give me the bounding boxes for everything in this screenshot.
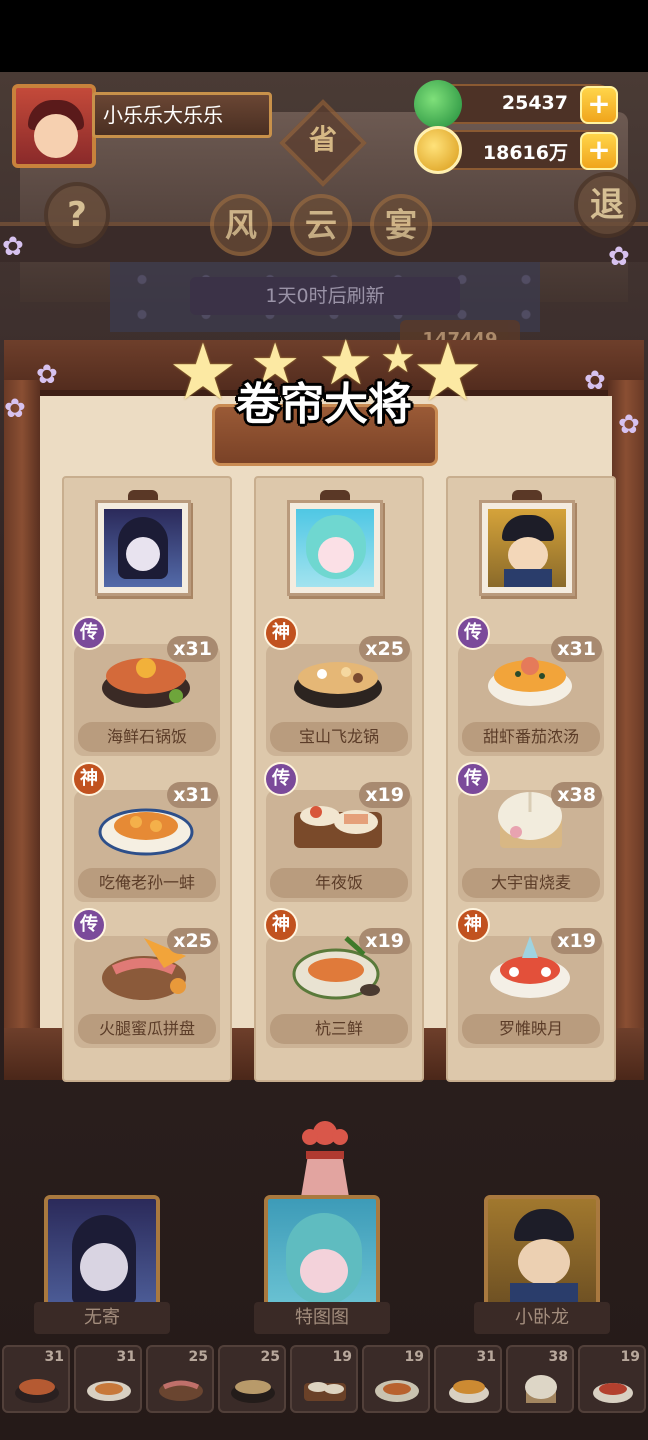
dish-quantity: x19: [359, 782, 410, 808]
tray-count: 38: [548, 1349, 568, 1365]
hero-portrait-2[interactable]: [287, 500, 383, 596]
dish-card[interactable]: x31 神 吃俺老孙一蚌: [72, 762, 220, 902]
help-button[interactable]: ?: [44, 182, 110, 248]
tray-dish[interactable]: 19: [290, 1345, 358, 1413]
dish-name: 大宇宙烧麦: [462, 868, 600, 898]
rank-badge: 传: [72, 616, 106, 650]
tray-dish[interactable]: 31: [2, 1345, 70, 1413]
dish-name: 海鲜石锅饭: [78, 722, 216, 752]
frame-left: [4, 380, 40, 1080]
dish-quantity: x19: [551, 928, 602, 954]
dish-name: 甜虾番茄浓汤: [462, 722, 600, 752]
rank-badge: 神: [264, 908, 298, 942]
dish-quantity: x38: [551, 782, 602, 808]
coin-value: 18616万: [482, 142, 568, 164]
dish-name: 罗帷映月: [462, 1014, 600, 1044]
dish-name: 宝山飞龙锅: [270, 722, 408, 752]
dish-quantity: x31: [551, 636, 602, 662]
coin-icon: [414, 126, 462, 174]
jade-resource: 25437 +: [414, 80, 618, 128]
dish-name: 火腿蜜瓜拼盘: [78, 1014, 216, 1044]
title-char-3: 宴: [370, 194, 432, 256]
dish-quantity: x31: [167, 636, 218, 662]
dish-card[interactable]: x25 神 宝山飞龙锅: [264, 616, 412, 756]
rank-badge: 传: [456, 762, 490, 796]
flower-decoration: ✿: [608, 242, 630, 272]
dish-card[interactable]: x19 神 罗帷映月: [456, 908, 604, 1048]
rank-badge: 传: [264, 762, 298, 796]
rank-badge: 传: [72, 908, 106, 942]
tray-dish[interactable]: 19: [362, 1345, 430, 1413]
title-char-2: 云: [290, 194, 352, 256]
tray-dish[interactable]: 31: [74, 1345, 142, 1413]
rank-badge: 传: [456, 616, 490, 650]
tray-dish[interactable]: 25: [218, 1345, 286, 1413]
province-label: 省: [308, 123, 337, 156]
add-coins-button[interactable]: +: [580, 132, 618, 170]
tray-dish[interactable]: 38: [506, 1345, 574, 1413]
player-avatar[interactable]: [12, 84, 96, 168]
tray-count: 25: [188, 1349, 208, 1365]
dish-card[interactable]: x19 传 年夜饭: [264, 762, 412, 902]
hero-name: 特图图: [254, 1302, 390, 1334]
hero-portrait-3[interactable]: [479, 500, 575, 596]
add-jade-button[interactable]: +: [580, 86, 618, 124]
player-name: 小乐乐大乐乐: [92, 92, 272, 138]
rank-badge: 神: [72, 762, 106, 796]
dish-name: 年夜饭: [270, 868, 408, 898]
tray-count: 19: [404, 1349, 424, 1365]
flower-decoration: ✿: [2, 232, 24, 262]
tray-dish[interactable]: 31: [434, 1345, 502, 1413]
tray-count: 19: [332, 1349, 352, 1365]
dish-card[interactable]: x19 神 杭三鲜: [264, 908, 412, 1048]
tray-dish[interactable]: 19: [578, 1345, 646, 1413]
hero-card-3[interactable]: [484, 1195, 600, 1315]
tray-count: 31: [44, 1349, 64, 1365]
rank-badge: 神: [264, 616, 298, 650]
dish-card[interactable]: x31 传 海鲜石锅饭: [72, 616, 220, 756]
refresh-timer: 1天0时后刷新: [190, 277, 460, 315]
dish-quantity: x25: [359, 636, 410, 662]
knot-tassel-icon: [300, 1121, 350, 1203]
tray-count: 19: [620, 1349, 640, 1365]
title-char-1: 风: [210, 194, 272, 256]
tray-count: 31: [116, 1349, 136, 1365]
tray-count: 31: [476, 1349, 496, 1365]
dish-card[interactable]: x38 传 大宇宙烧麦: [456, 762, 604, 902]
dish-name: 杭三鲜: [270, 1014, 408, 1044]
announcement-title: 卷帘大将: [236, 379, 412, 430]
dish-card[interactable]: x25 传 火腿蜜瓜拼盘: [72, 908, 220, 1048]
hero-name: 无寄: [34, 1302, 170, 1334]
tray-dish[interactable]: 25: [146, 1345, 214, 1413]
status-bar: [0, 0, 648, 72]
tray-count: 25: [260, 1349, 280, 1365]
jade-value: 25437: [501, 92, 568, 114]
rank-badge: 神: [456, 908, 490, 942]
dish-card[interactable]: x31 传 甜虾番茄浓汤: [456, 616, 604, 756]
dish-quantity: x25: [167, 928, 218, 954]
hero-name: 小卧龙: [474, 1302, 610, 1334]
hero-card-1[interactable]: [44, 1195, 160, 1315]
hero-portrait-1[interactable]: [95, 500, 191, 596]
dish-quantity: x31: [167, 782, 218, 808]
hero-card-2[interactable]: [264, 1195, 380, 1315]
dish-name: 吃俺老孙一蚌: [78, 868, 216, 898]
jade-icon: [414, 80, 462, 128]
dish-quantity: x19: [359, 928, 410, 954]
exit-button[interactable]: 退: [574, 172, 640, 238]
coin-resource: 18616万 +: [414, 126, 618, 174]
